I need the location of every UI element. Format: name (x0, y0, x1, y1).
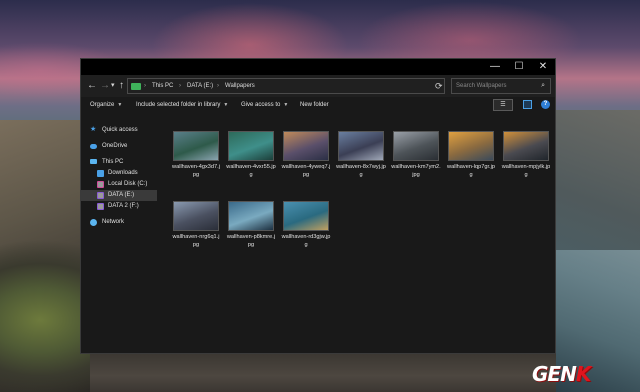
organize-button[interactable]: Organize ▼ (90, 100, 122, 110)
nav-item-label: Downloads (108, 170, 138, 176)
image-thumbnail (173, 201, 219, 231)
search-placeholder: Search Wallpapers (456, 83, 507, 89)
file-item[interactable]: wallhaven-p8kmre.jpg (226, 201, 276, 265)
help-icon[interactable]: ? (541, 100, 550, 109)
image-thumbnail (228, 201, 274, 231)
refresh-icon[interactable]: ⟳ (435, 79, 443, 93)
nav-item-label: OneDrive (102, 143, 128, 149)
file-item[interactable]: wallhaven-rd3gjw.jpg (281, 201, 331, 265)
image-thumbnail (448, 131, 494, 161)
file-name: wallhaven-rd3gjw.jpg (281, 234, 331, 248)
address-field[interactable]: › This PC › DATA (E:) › Wallpapers ⌄ (127, 78, 485, 94)
title-bar: — ☐ ✕ (81, 59, 555, 75)
minimize-button[interactable]: — (483, 59, 507, 75)
nav-item-label: DATA 2 (F:) (108, 203, 139, 209)
up-arrow-icon[interactable]: ↑ (119, 79, 124, 93)
drive-icon (97, 192, 104, 199)
genk-watermark-logo: GENK (532, 362, 632, 384)
file-name: wallhaven-nrg6q1.jpg (172, 234, 220, 248)
nav-item-data-e[interactable]: DATA (E:) (81, 190, 157, 201)
chevron-down-icon: ▼ (223, 102, 229, 108)
breadcrumb-separator: › (144, 83, 146, 89)
watermark-text: GENK (532, 362, 591, 386)
change-view-icon[interactable]: ☰ (493, 99, 513, 111)
image-thumbnail (228, 131, 274, 161)
file-name: wallhaven-km7ym2.jpg (391, 164, 441, 178)
nav-item-label: DATA (E:) (108, 192, 135, 198)
image-thumbnail (283, 201, 329, 231)
maximize-button[interactable]: ☐ (507, 59, 531, 75)
file-item[interactable]: wallhaven-nrg6q1.jpg (171, 201, 221, 265)
file-list: wallhaven-4gx3d7.jpg wallhaven-4vxr55.jp… (159, 113, 555, 353)
search-input[interactable]: Search Wallpapers ⌕ (451, 78, 551, 94)
preview-pane-icon[interactable] (523, 100, 532, 109)
file-name: wallhaven-lqp7gr.jpg (447, 164, 495, 178)
image-thumbnail (503, 131, 549, 161)
breadcrumb-data-e[interactable]: DATA (E:) (187, 81, 213, 91)
breadcrumb-separator: › (179, 83, 181, 89)
file-item[interactable]: wallhaven-4vxr55.jpg (226, 131, 276, 195)
wallpaper-rocks-bottom (90, 352, 570, 392)
file-name: wallhaven-4yweq7.jpg (281, 164, 331, 178)
close-button[interactable]: ✕ (531, 59, 555, 75)
breadcrumb-wallpapers[interactable]: Wallpapers (225, 81, 255, 91)
nav-item-label: Local Disk (C:) (108, 181, 148, 187)
breadcrumb-this-pc[interactable]: This PC (152, 81, 173, 91)
image-thumbnail (338, 131, 384, 161)
navigation-pane: ★ Quick access OneDrive This PC Download… (81, 113, 159, 353)
image-thumbnail (283, 131, 329, 161)
nav-item-network[interactable]: Network (81, 217, 157, 228)
computer-icon (90, 159, 97, 164)
image-thumbnail (173, 131, 219, 161)
address-bar-row: ← → ▾ ↑ › This PC › DATA (E:) › Wallpape… (81, 75, 555, 97)
nav-item-data-2-f[interactable]: DATA 2 (F:) (81, 201, 157, 212)
download-icon (97, 170, 104, 177)
nav-item-label: Network (102, 219, 125, 225)
give-access-button[interactable]: Give access to ▼ (241, 100, 288, 110)
recent-locations-icon[interactable]: ▾ (111, 79, 115, 93)
chevron-down-icon: ▼ (117, 102, 123, 108)
nav-item-label: Quick access (102, 127, 138, 133)
file-item[interactable]: wallhaven-mpjylk.jpg (501, 131, 551, 195)
folder-icon (131, 83, 141, 90)
forward-arrow-icon[interactable]: → (100, 79, 110, 93)
file-explorer-window: — ☐ ✕ ← → ▾ ↑ › This PC › DATA (E:) › Wa… (80, 58, 556, 354)
image-thumbnail (393, 131, 439, 161)
file-name: wallhaven-8x7wyj.jpg (336, 164, 386, 178)
file-item[interactable]: wallhaven-lqp7gr.jpg (446, 131, 496, 195)
nav-item-this-pc[interactable]: This PC (81, 157, 157, 168)
search-icon[interactable]: ⌕ (541, 81, 545, 91)
back-arrow-icon[interactable]: ← (87, 79, 97, 93)
file-name: wallhaven-4gx3d7.jpg (172, 164, 220, 178)
nav-item-local-disk-c[interactable]: Local Disk (C:) (81, 179, 157, 190)
file-name: wallhaven-mpjylk.jpg (501, 164, 551, 178)
file-name: wallhaven-4vxr55.jpg (226, 164, 276, 178)
chevron-down-icon: ▼ (283, 102, 289, 108)
file-item[interactable]: wallhaven-4gx3d7.jpg (171, 131, 221, 195)
network-icon (90, 219, 97, 226)
breadcrumb-separator: › (217, 83, 219, 89)
nav-item-quick-access[interactable]: ★ Quick access (81, 125, 157, 136)
command-bar: Organize ▼ Include selected folder in lib… (81, 97, 555, 113)
file-name: wallhaven-p8kmre.jpg (226, 234, 276, 248)
drive-icon (97, 203, 104, 210)
star-icon: ★ (90, 126, 97, 133)
nav-item-label: This PC (102, 159, 124, 165)
file-item[interactable]: wallhaven-8x7wyj.jpg (336, 131, 386, 195)
file-item[interactable]: wallhaven-4yweq7.jpg (281, 131, 331, 195)
new-folder-button[interactable]: New folder (300, 100, 329, 110)
file-item[interactable]: wallhaven-km7ym2.jpg (391, 131, 441, 195)
drive-icon (97, 181, 104, 188)
nav-item-downloads[interactable]: Downloads (81, 168, 157, 179)
include-in-library-button[interactable]: Include selected folder in library ▼ (136, 100, 228, 110)
cloud-icon (90, 144, 97, 149)
nav-item-onedrive[interactable]: OneDrive (81, 141, 157, 152)
